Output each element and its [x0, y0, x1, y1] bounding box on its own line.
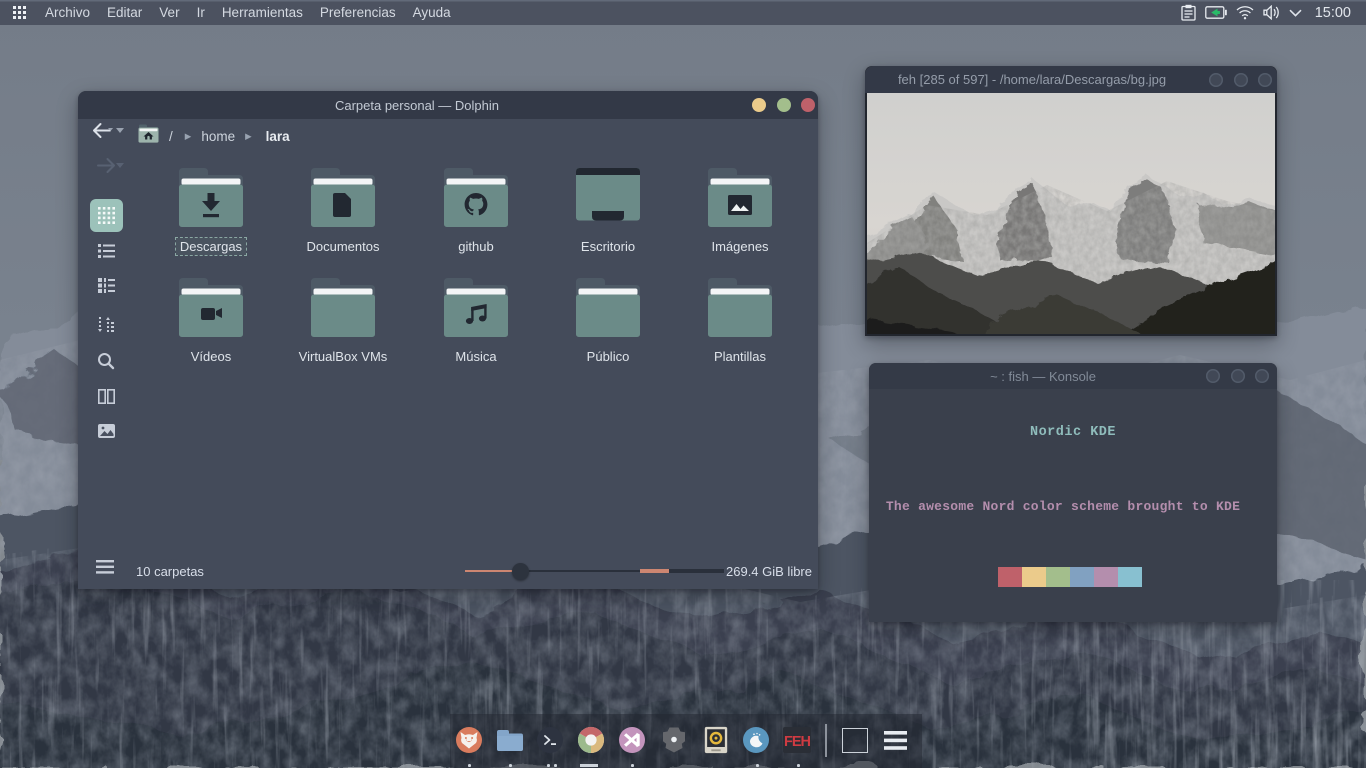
svg-text:FEH: FEH [784, 734, 811, 750]
